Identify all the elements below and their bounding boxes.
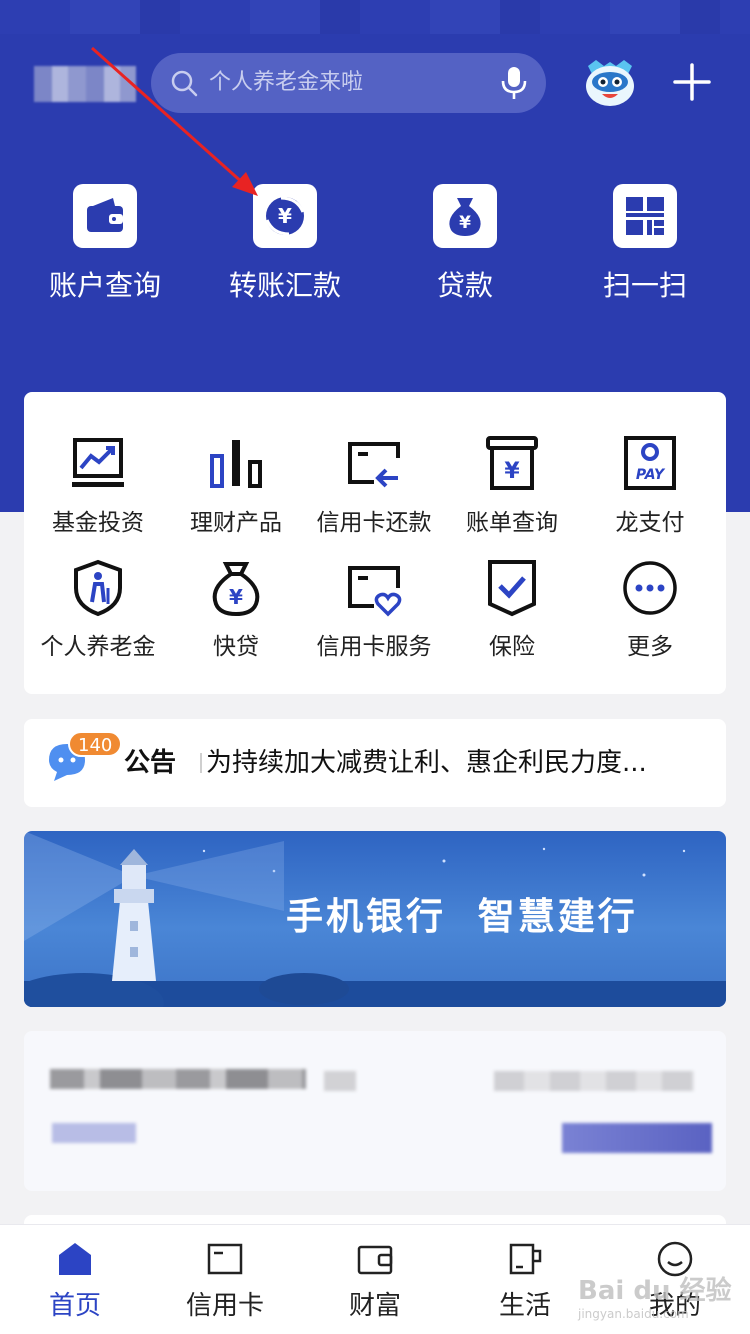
wallet-icon xyxy=(87,198,123,232)
pay-icon-text: PAY xyxy=(636,467,666,483)
watermark-sub: jingyan.baidu.com xyxy=(578,1307,689,1321)
account-summary-card[interactable] xyxy=(24,1031,726,1191)
yuan-transfer-icon: ¥ xyxy=(265,196,305,236)
add-icon[interactable] xyxy=(672,62,712,102)
blurred-balance-value xyxy=(562,1123,712,1153)
notification-count-badge: 140 xyxy=(68,731,123,757)
service-label: 账单查询 xyxy=(466,510,558,536)
svg-text:¥: ¥ xyxy=(229,585,243,609)
money-bag-outline-icon: ¥ xyxy=(212,562,260,617)
service-label: 更多 xyxy=(627,634,673,660)
tab-label: 首页 xyxy=(48,1291,101,1321)
chart-monitor-icon xyxy=(72,438,124,487)
quick-action-account-query[interactable]: 账户查询 xyxy=(15,180,195,310)
cup-icon xyxy=(509,1243,542,1275)
service-credit-card-services[interactable]: 信用卡服务 xyxy=(304,558,444,678)
quick-actions: 账户查询 ¥ 转账汇款 ¥ 贷款 扫一扫 xyxy=(0,180,750,310)
service-label: 龙支付 xyxy=(615,510,685,536)
quick-action-label: 转账汇款 xyxy=(228,269,341,302)
status-bar xyxy=(0,0,750,34)
money-bag-icon: ¥ xyxy=(449,198,481,236)
blurred-account-label xyxy=(52,1123,136,1143)
service-more[interactable]: 更多 xyxy=(580,558,720,678)
card-heart-icon xyxy=(348,566,402,617)
banner-slogan: 手机银行 智慧建行 xyxy=(286,895,638,938)
more-icon xyxy=(623,561,677,615)
user-name-blurred[interactable] xyxy=(34,66,136,102)
credit-card-icon xyxy=(207,1243,243,1275)
assistant-mascot-icon[interactable] xyxy=(582,56,638,108)
quick-action-loan[interactable]: ¥ 贷款 xyxy=(375,180,555,310)
blurred-account-name xyxy=(50,1069,306,1089)
quick-action-icon-box xyxy=(613,184,677,248)
service-personal-pension[interactable]: 个人养老金 xyxy=(28,558,168,678)
service-insurance[interactable]: 保险 xyxy=(442,558,582,678)
service-label: 信用卡服务 xyxy=(316,634,432,660)
services-card: 基金投资 理财产品 信用卡还款 ¥ 账单查询 PAY 龙支付 个人养老金 ¥ 快… xyxy=(24,392,726,694)
service-label: 保险 xyxy=(489,634,535,660)
quick-action-icon-box xyxy=(73,184,137,248)
service-wealth-products[interactable]: 理财产品 xyxy=(166,434,306,554)
quick-action-label: 贷款 xyxy=(436,269,493,302)
tab-home[interactable]: 首页 xyxy=(0,1225,150,1334)
quick-action-label: 扫一扫 xyxy=(602,269,687,302)
quick-action-icon-box: ¥ xyxy=(433,184,497,248)
quick-action-icon-box: ¥ xyxy=(253,184,317,248)
service-label: 个人养老金 xyxy=(40,634,156,660)
tab-label: 财富 xyxy=(348,1291,401,1321)
insurance-check-icon xyxy=(488,560,536,617)
blurred-balance-label xyxy=(494,1071,694,1091)
service-quick-loan[interactable]: ¥ 快贷 xyxy=(166,558,306,678)
wallet-outline-icon xyxy=(357,1245,393,1275)
search-icon xyxy=(171,70,198,97)
service-label: 信用卡还款 xyxy=(316,510,432,536)
service-label: 快贷 xyxy=(213,634,259,660)
quick-action-scan[interactable]: 扫一扫 xyxy=(555,180,735,310)
watermark-main: Bai du 经验 xyxy=(578,1276,732,1306)
announcement-text[interactable]: 为持续加大减费让利、惠企利民力度... xyxy=(206,745,706,781)
svg-text:¥: ¥ xyxy=(459,213,471,233)
service-dragon-pay[interactable]: PAY 龙支付 xyxy=(580,434,720,554)
svg-text:¥: ¥ xyxy=(504,459,520,484)
pension-shield-icon xyxy=(74,559,122,617)
quick-action-label: 账户查询 xyxy=(48,269,161,302)
promo-banner[interactable]: 手机银行 智慧建行 xyxy=(24,831,726,1007)
home-icon xyxy=(59,1243,91,1275)
bill-icon: ¥ xyxy=(486,436,538,490)
tab-credit-card[interactable]: 信用卡 xyxy=(150,1225,300,1334)
pay-icon: PAY xyxy=(624,436,676,490)
service-credit-card-repay[interactable]: 信用卡还款 xyxy=(304,434,444,554)
service-label: 理财产品 xyxy=(190,510,282,536)
baidu-watermark: Bai du 经验 jingyan.baidu.com xyxy=(578,1270,732,1321)
search-placeholder: 个人养老金来啦 xyxy=(209,70,364,95)
microphone-icon[interactable] xyxy=(499,65,529,101)
svg-text:¥: ¥ xyxy=(278,204,292,228)
announcement-bar[interactable]: 140 公告 为持续加大减费让利、惠企利民力度... xyxy=(24,719,726,807)
divider xyxy=(200,753,202,773)
blurred-text xyxy=(324,1071,356,1091)
announcement-title: 公告 xyxy=(124,748,177,778)
search-bar[interactable]: 个人养老金来啦 xyxy=(151,53,546,113)
service-bill-query[interactable]: ¥ 账单查询 xyxy=(442,434,582,554)
service-label: 基金投资 xyxy=(52,510,144,536)
scan-icon xyxy=(626,197,664,235)
tab-wealth[interactable]: 财富 xyxy=(300,1225,450,1334)
tab-label: 信用卡 xyxy=(185,1291,264,1321)
service-fund-investment[interactable]: 基金投资 xyxy=(28,434,168,554)
card-repay-icon xyxy=(348,442,400,488)
bar-chart-icon xyxy=(210,440,262,488)
quick-action-transfer[interactable]: ¥ 转账汇款 xyxy=(195,180,375,310)
